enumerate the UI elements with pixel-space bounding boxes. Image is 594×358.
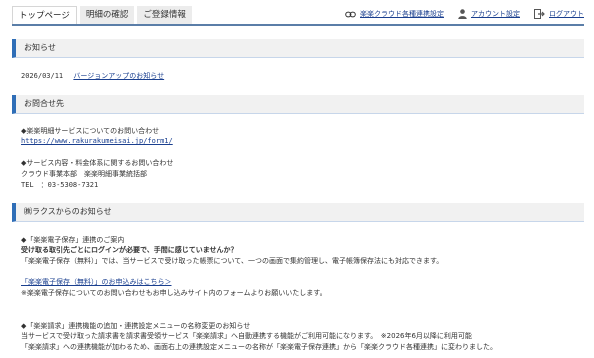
company-notices-section-header: ㈱ラクスからのお知らせ	[12, 203, 584, 222]
logout-label: ログアウト	[549, 10, 584, 18]
contact-tel: TEL ：03-5308-7321	[21, 181, 99, 189]
company-notices-title: ㈱ラクスからのお知らせ	[24, 207, 112, 216]
version-up-notice-link[interactable]: バージョンアップのお知らせ	[73, 72, 164, 80]
tab-underline	[12, 24, 584, 26]
header-links: 楽楽クラウド各種連携設定 アカウント設定 ログアウト	[331, 9, 584, 19]
notices-section-header: お知らせ	[12, 39, 584, 58]
menu-rename-description: 「楽楽請求」への連携機能が加わるため、画面右上の連携設定メニューの名称が「楽楽電…	[21, 343, 497, 351]
notice-row: 2026/03/11 バージョンアップのお知らせ	[21, 71, 164, 81]
denshi-hozon-question: 受け取る取引先ごとにログインが必要で、手間に感じていませんか？	[21, 246, 238, 254]
logout-link[interactable]: ログアウト	[534, 9, 584, 19]
denshi-hozon-description: 「楽楽電子保存（無料）」では、当サービスで受け取った帳票について、一つの画面で集…	[21, 257, 444, 265]
contact-section-header: お問合せ先	[12, 95, 584, 114]
account-settings-link[interactable]: アカウント設定	[458, 9, 520, 19]
seikyu-integration-description: 当サービスで受け取った請求書を請求書受領サービス「楽楽請求」へ自動連携する機能が…	[21, 332, 472, 340]
main-tabs: トップページ 明細の確認 ご登録情報	[12, 6, 195, 24]
notice-date: 2026/03/11	[21, 72, 64, 80]
contact-department: クラウド事業本部 楽楽明細事業統括部	[21, 170, 147, 178]
contact-title: お問合せ先	[24, 99, 64, 108]
denshi-hozon-heading: ◆「楽楽電子保存」連携のご案内	[21, 236, 125, 244]
seikyu-integration-heading: ◆「楽楽請求」連携機能の追加・連携設定メニューの名称変更のお知らせ	[21, 322, 251, 330]
top-navigation: トップページ 明細の確認 ご登録情報 楽楽クラウド各種連携設定 アカウント設定 …	[0, 0, 594, 30]
tab-registration-info[interactable]: ご登録情報	[137, 6, 192, 24]
denshi-hozon-inquiry-note: ※楽楽電子保存についてのお問い合わせもお申し込みサイト内のフォームよりお願いいた…	[21, 289, 327, 297]
user-icon	[458, 9, 467, 19]
notices-title: お知らせ	[24, 43, 56, 52]
tab-top-page[interactable]: トップページ	[12, 6, 77, 24]
contact-service-heading: ◆楽楽明細サービスについてのお問い合わせ	[21, 127, 160, 135]
denshi-hozon-signup-link[interactable]: 「楽楽電子保存（無料）」のお申込みはこちら＞	[21, 277, 172, 287]
cloud-integration-label: 楽楽クラウド各種連携設定	[360, 10, 444, 18]
account-settings-label: アカウント設定	[471, 10, 520, 18]
logout-icon	[534, 9, 545, 19]
contact-pricing-heading: ◆サービス内容・料金体系に関するお問い合わせ	[21, 159, 174, 167]
cloud-integration-link[interactable]: 楽楽クラウド各種連携設定	[345, 9, 444, 19]
chain-link-icon	[345, 11, 356, 17]
tab-statement-check[interactable]: 明細の確認	[79, 6, 135, 24]
contact-form-url-link[interactable]: https://www.rakurakumeisai.jp/form1/	[21, 137, 173, 145]
